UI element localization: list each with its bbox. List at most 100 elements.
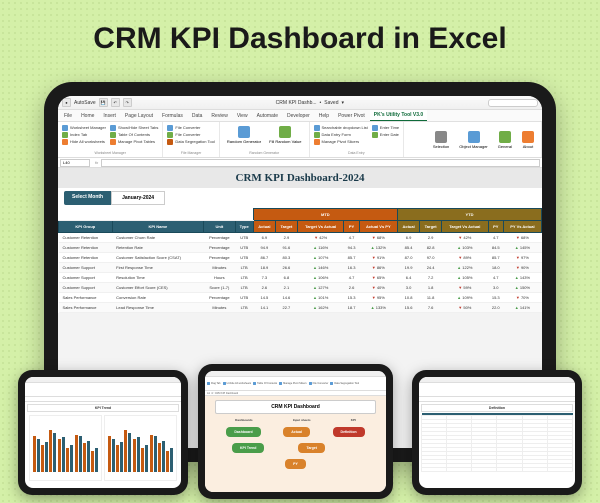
search-input[interactable]: [488, 99, 538, 107]
select-month-dropdown[interactable]: January-2024: [111, 191, 165, 205]
table-of-contents-button[interactable]: Table Of Contents: [110, 131, 158, 138]
manage-pivot-button[interactable]: Manage Pivot Tables: [110, 138, 158, 145]
worksheet-manager-button[interactable]: Worksheet Manager: [62, 124, 106, 131]
worksheet[interactable]: CRM KPI Dashboard-2024 Select Month Janu…: [58, 168, 542, 313]
ribbon-group-label: Worksheet Manager: [62, 151, 158, 155]
object-manager-button[interactable]: Object Manager: [456, 129, 490, 151]
hide-worksheets-button[interactable]: Hide All worksheets: [62, 138, 106, 145]
formula-input[interactable]: [101, 159, 540, 167]
formula-bar: L40 fx: [58, 158, 542, 168]
col-actual: Actual: [253, 221, 275, 233]
thumbnail-definition: Definition: [412, 370, 582, 495]
col-tva: Target Vs Actual: [297, 221, 344, 233]
dashboard-title-bar: CRM KPI Dashboard-2024: [58, 168, 542, 188]
ribbon-tab-insert[interactable]: Insert: [99, 111, 120, 121]
autosave-label: AutoSave: [74, 100, 96, 106]
table-row: Sales PerformanceConversion RatePercenta…: [59, 293, 542, 303]
select-month-label: Select Month: [64, 191, 111, 205]
ribbon-group-worksheet: Worksheet Manager Index Tab Hide All wor…: [58, 122, 163, 157]
ribbon-body: Worksheet Manager Index Tab Hide All wor…: [58, 122, 542, 158]
mtd-header: MTD: [253, 209, 397, 221]
index-tab-button[interactable]: Index Tab: [62, 131, 106, 138]
ribbon-group-label: Data Entry: [314, 151, 400, 155]
undo-icon[interactable]: ↶: [111, 98, 120, 107]
random-generator-button[interactable]: Random Generator: [224, 124, 264, 150]
searchable-dropdown-button[interactable]: Searchable dropdown List: [314, 124, 368, 131]
ribbon-tab-page-layout[interactable]: Page Layout: [121, 111, 157, 121]
data-segregation-button[interactable]: Data Segregation Tool: [167, 138, 215, 145]
ribbon-group-random: Random Generator Fill Random Value Rando…: [220, 122, 310, 157]
save-status: Saved: [324, 100, 338, 106]
ribbon-tab-pk-s-utility-tool-v3-0[interactable]: PK's Utility Tool V3.0: [370, 110, 427, 121]
ribbon-tab-home[interactable]: Home: [77, 111, 98, 121]
mini-ribbon: [25, 383, 181, 397]
ribbon-tab-developer[interactable]: Developer: [283, 111, 314, 121]
dashboard-title: CRM KPI Dashboard-2024: [58, 172, 542, 184]
redo-icon[interactable]: ↷: [123, 98, 132, 107]
table-row: Customer SupportCustomer Effort Score (C…: [59, 283, 542, 293]
mini-title: KPI Trend: [27, 404, 179, 412]
mini-title: Definition: [421, 404, 573, 412]
kpi-trend-chart: [27, 413, 179, 483]
kpi-table: MTD YTD KPI Group KPI Name Unit Type Act…: [58, 208, 542, 313]
about-button[interactable]: About: [519, 129, 537, 151]
ribbon-group-misc: Selection Object Manager General About: [404, 122, 542, 157]
ribbon-tab-data[interactable]: Data: [188, 111, 207, 121]
thumbnail-kpi-trend: KPI Trend: [18, 370, 188, 495]
ytd-header: YTD: [397, 209, 541, 221]
ribbon-tab-review[interactable]: Review: [207, 111, 231, 121]
show-hide-tabs-button[interactable]: Show/Hide Sheet Tabs: [110, 124, 158, 131]
definition-table: [421, 413, 573, 472]
ribbon-tab-automate[interactable]: Automate: [253, 111, 282, 121]
table-row: Customer RetentionCustomer Satisfaction …: [59, 253, 542, 263]
col-inputs-label: Input sheets: [293, 418, 311, 422]
nav-py-button[interactable]: PY: [285, 459, 306, 469]
file-converter-button[interactable]: File Converter: [167, 124, 215, 131]
ribbon-tab-help[interactable]: Help: [315, 111, 333, 121]
general-button[interactable]: General: [495, 129, 515, 151]
col-kpi-group: KPI Group: [59, 221, 113, 233]
fill-random-button[interactable]: Fill Random Value: [266, 124, 304, 150]
enter-time-button[interactable]: Enter Time: [372, 124, 399, 131]
nav-target-button[interactable]: Target: [298, 443, 324, 453]
col-kpi-name: KPI Name: [112, 221, 203, 233]
table-row: Sales PerformanceLead Response TimeMinut…: [59, 303, 542, 313]
col-unit: Unit: [204, 221, 236, 233]
mini-ribbon: [419, 383, 575, 397]
autosave-toggle[interactable]: ●: [62, 98, 71, 107]
enter-date-button[interactable]: Enter Date: [372, 131, 399, 138]
ribbon-tab-formulas[interactable]: Formulas: [158, 111, 187, 121]
ribbon-group-file: File Converter File Converter Data Segre…: [163, 122, 220, 157]
col-avt-y: Target Vs Actual: [442, 221, 489, 233]
nav-actual-button[interactable]: Actual: [283, 427, 310, 437]
file-name[interactable]: CRM KPI Dashb...: [276, 100, 317, 106]
table-row: Customer SupportFirst Response TimeMinut…: [59, 263, 542, 273]
col-target: Target: [275, 221, 297, 233]
ribbon-tab-view[interactable]: View: [233, 111, 252, 121]
col-target-y: Target: [420, 221, 442, 233]
col-actual-y: Actual: [397, 221, 419, 233]
col-pyva-y: PY Vs Actual: [503, 221, 541, 233]
col-py: PY: [344, 221, 359, 233]
hero-title: CRM KPI Dashboard in Excel: [0, 0, 600, 70]
col-avp: Actual Vs PY: [359, 221, 397, 233]
thumbnail-navigation: Flag TabUnhide All worksheetsTable Of Co…: [198, 364, 393, 499]
nav-definition-button[interactable]: Definition: [333, 427, 365, 437]
ribbon-tab-file[interactable]: File: [60, 111, 76, 121]
save-icon[interactable]: 💾: [99, 98, 108, 107]
table-row: Customer RetentionRetention RatePercenta…: [59, 243, 542, 253]
data-entry-form-button[interactable]: Data Entry Form: [314, 131, 368, 138]
selection-button[interactable]: Selection: [430, 129, 452, 151]
col-kpi-label: KPI: [351, 418, 356, 422]
manage-slicers-button[interactable]: Manage Pivot Slicers: [314, 138, 368, 145]
fx-icon[interactable]: fx: [95, 160, 98, 165]
col-dashboards-label: Dashboards: [235, 418, 252, 422]
nav-kpi-trend-button[interactable]: KPI Trend: [232, 443, 264, 453]
file-converter-2-button[interactable]: File Converter: [167, 131, 215, 138]
ribbon-tab-power-pivot[interactable]: Power Pivot: [334, 111, 369, 121]
table-row: Customer SupportResolution TimeHoursLTB7…: [59, 273, 542, 283]
ribbon-group-label: Random Generator: [224, 151, 305, 155]
mini-dashboard-title: CRM KPI Dashboard: [215, 400, 376, 414]
name-box[interactable]: L40: [60, 159, 90, 167]
nav-dashboard-button[interactable]: Dashboard: [226, 427, 260, 437]
